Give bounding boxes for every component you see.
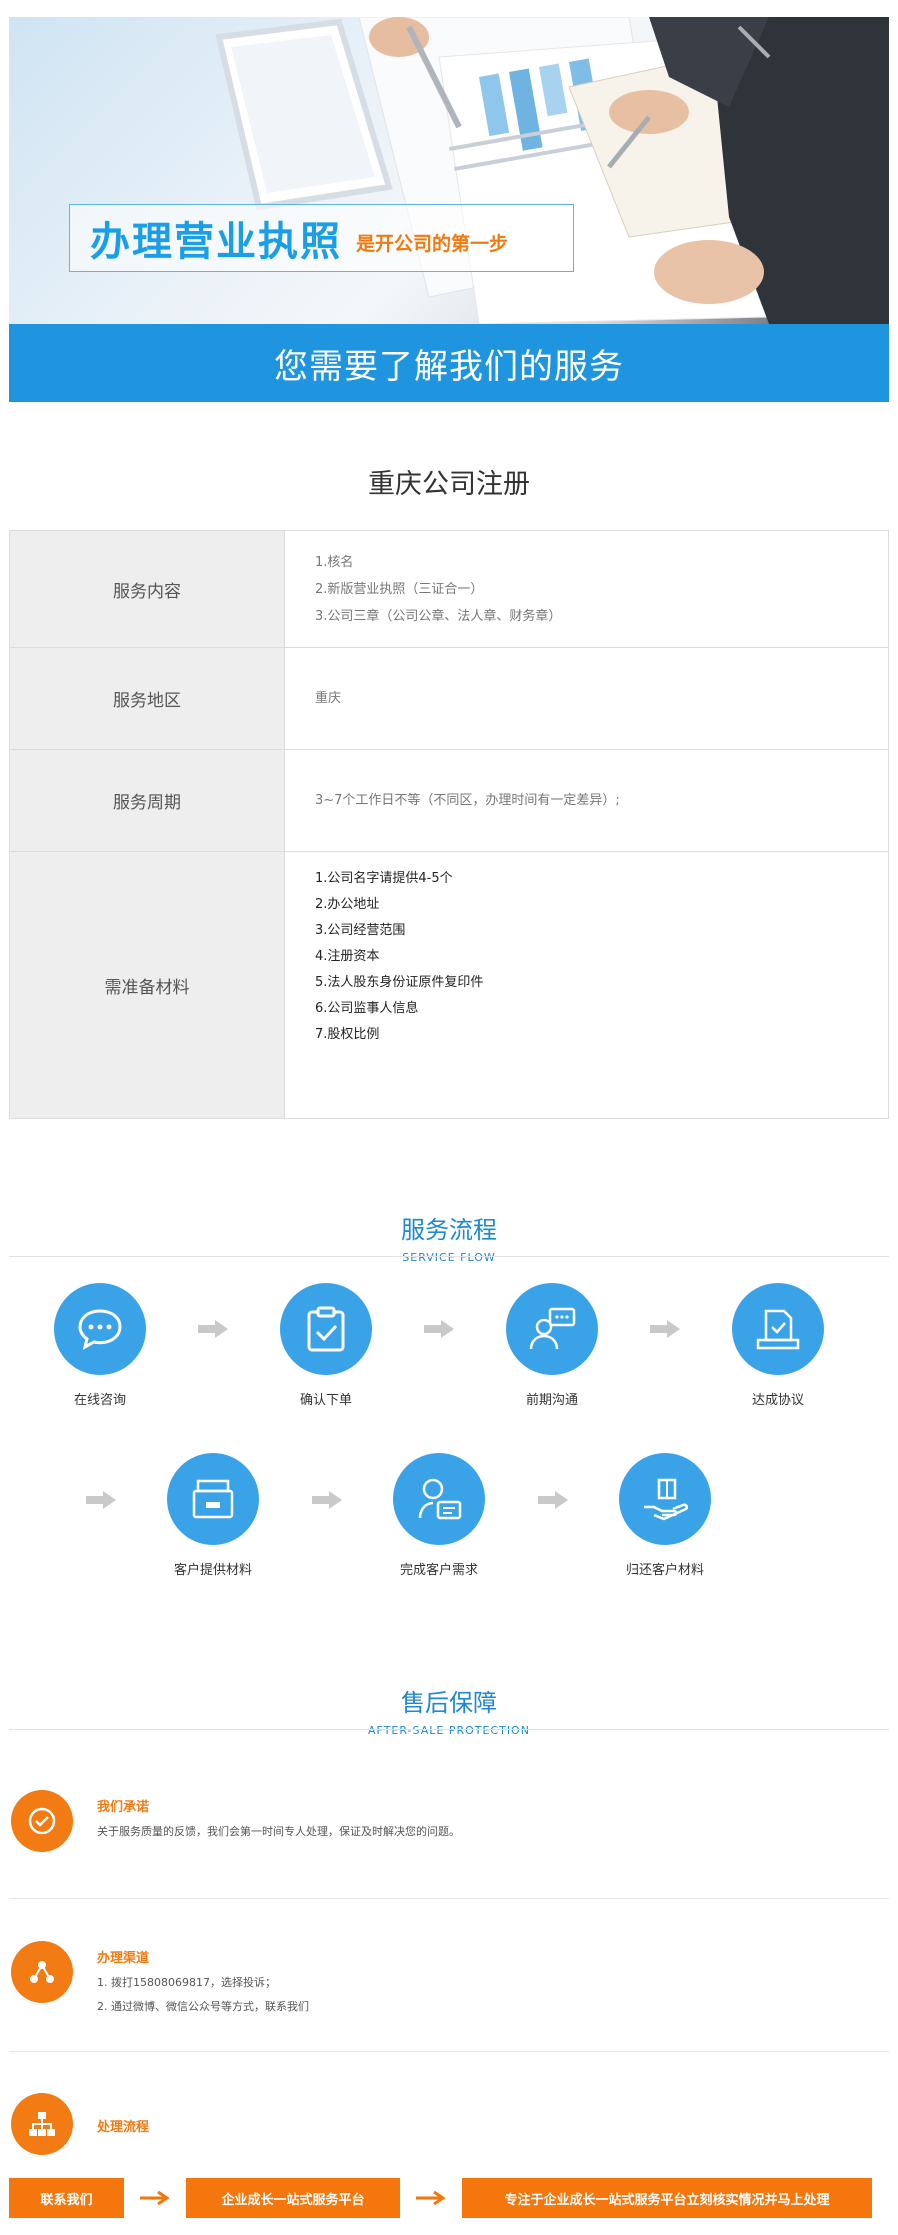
user-chat-icon: [506, 1283, 598, 1375]
flow-step-reach-agreement: 达成协议: [698, 1283, 858, 1408]
row-value: 3~7个工作日不等（不同区，办理时间有一定差异）;: [285, 750, 888, 851]
row-line: 4.注册资本: [315, 949, 380, 964]
flow-step-label: 归还客户材料: [625, 1563, 704, 1578]
chat-bubble-icon: [54, 1283, 146, 1375]
after-sale-item-text: 1. 拨打15808069817，选择投诉；: [97, 1976, 276, 1989]
arrow-right-icon: [86, 1491, 116, 1509]
flow-step-label: 前期沟通: [525, 1393, 578, 1408]
share-nodes-icon: [11, 1941, 73, 2003]
row-line: 3.公司经营范围: [315, 923, 406, 938]
table-row: 服务地区 重庆: [10, 648, 888, 750]
flow-step-confirm-order: 确认下单: [246, 1283, 406, 1408]
flow-step-client-materials: 客户提供材料: [133, 1453, 293, 1578]
service-flow-title: 服务流程: [401, 1216, 497, 1244]
row-line: 2.新版营业执照（三证合一）: [315, 581, 484, 597]
process-step-platform: 企业成长一站式服务平台: [186, 2178, 400, 2218]
row-line: 重庆: [315, 691, 342, 706]
arrow-right-icon: [424, 1320, 454, 1338]
after-sale-item-text: 2. 通过微博、微信公众号等方式，联系我们: [97, 2000, 309, 2013]
row-value: 1.公司名字请提供4-5个 2.办公地址 3.公司经营范围 4.注册资本 5.法…: [285, 852, 888, 1118]
row-line: 3.公司三章（公司公章、法人章、财务章）: [315, 608, 562, 624]
hero-band: 您需要了解我们的服务: [9, 324, 889, 402]
flow-step-return-materials: 归还客户材料: [585, 1453, 745, 1578]
registration-title: 重庆公司注册: [368, 469, 530, 500]
after-sale-item-text: 关于服务质量的反馈，我们会第一时间专人处理，保证及时解决您的问题。: [97, 1825, 460, 1838]
row-label: 服务地区: [10, 648, 285, 749]
hero-illustration: [215, 17, 889, 324]
flow-step-early-communication: 前期沟通: [472, 1283, 632, 1408]
service-info-table: 服务内容 1.核名 2.新版营业执照（三证合一） 3.公司三章（公司公章、法人章…: [9, 530, 889, 1119]
row-value: 1.核名 2.新版营业执照（三证合一） 3.公司三章（公司公章、法人章、财务章）: [285, 531, 888, 647]
arrow-right-icon: [312, 1491, 342, 1509]
hero-band-text: 您需要了解我们的服务: [274, 346, 624, 387]
flow-step-label: 完成客户需求: [399, 1563, 478, 1578]
row-line: 5.法人股东身份证原件复印件: [315, 975, 484, 990]
arrow-right-icon: [650, 1320, 680, 1338]
service-flow-subtitle: SERVICE FLOW: [402, 1251, 496, 1264]
document-check-icon: [732, 1283, 824, 1375]
flow-step-complete-requirements: 完成客户需求: [359, 1453, 519, 1578]
row-value: 重庆: [285, 648, 888, 749]
clipboard-check-icon: [280, 1283, 372, 1375]
after-sale-item-title: 我们承诺: [97, 1800, 150, 1815]
after-sale-title: 售后保障: [401, 1689, 497, 1717]
org-chart-icon: [11, 2093, 73, 2155]
flow-step-label: 达成协议: [751, 1393, 804, 1408]
process-step-verify-handle: 专注于企业成长一站式服务平台立刻核实情况并马上处理: [462, 2178, 872, 2218]
check-circle-icon: [11, 1790, 73, 1852]
flow-step-label: 在线咨询: [73, 1393, 126, 1408]
row-line: 1.核名: [315, 554, 354, 570]
user-card-icon: [393, 1453, 485, 1545]
table-row: 服务周期 3~7个工作日不等（不同区，办理时间有一定差异）;: [10, 750, 888, 852]
hero-headline-sub: 是开公司的第一步: [356, 232, 509, 255]
row-line: 2.办公地址: [315, 897, 380, 912]
arrow-right-icon: [140, 2190, 170, 2206]
row-line: 7.股权比例: [315, 1027, 380, 1042]
hero-photo: 办理营业执照 是开公司的第一步: [9, 17, 889, 324]
after-sale-subtitle: AFTER-SALE PROTECTION: [368, 1724, 530, 1737]
row-label: 服务内容: [10, 531, 285, 647]
divider: [9, 2051, 889, 2052]
row-line: 3~7个工作日不等（不同区，办理时间有一定差异）;: [315, 793, 620, 808]
hero-headline-main: 办理营业执照: [90, 219, 342, 265]
arrow-right-icon: [198, 1320, 228, 1338]
flow-step-online-consult: 在线咨询: [20, 1283, 180, 1408]
row-line: 1.公司名字请提供4-5个: [315, 871, 453, 886]
arrow-right-icon: [416, 2190, 446, 2206]
row-label: 需准备材料: [10, 852, 285, 1118]
row-label: 服务周期: [10, 750, 285, 851]
row-line: 6.公司监事人信息: [315, 1001, 419, 1016]
hero-banner: 办理营业执照 是开公司的第一步 您需要了解我们的服务: [9, 17, 889, 402]
after-sale-item-title: 办理渠道: [97, 1951, 150, 1966]
flow-step-label: 客户提供材料: [173, 1563, 252, 1578]
hand-box-icon: [619, 1453, 711, 1545]
process-step-contact-us: 联系我们: [9, 2178, 124, 2218]
tray-icon: [167, 1453, 259, 1545]
table-row: 需准备材料 1.公司名字请提供4-5个 2.办公地址 3.公司经营范围 4.注册…: [10, 852, 888, 1118]
section-divider: [9, 1729, 889, 1730]
section-divider: [9, 1256, 889, 1257]
flow-step-label: 确认下单: [299, 1393, 352, 1408]
table-row: 服务内容 1.核名 2.新版营业执照（三证合一） 3.公司三章（公司公章、法人章…: [10, 531, 888, 648]
divider: [9, 1898, 889, 1899]
arrow-right-icon: [538, 1491, 568, 1509]
after-sale-item-title: 处理流程: [97, 2120, 150, 2135]
hero-headline: 办理营业执照 是开公司的第一步: [69, 204, 574, 272]
